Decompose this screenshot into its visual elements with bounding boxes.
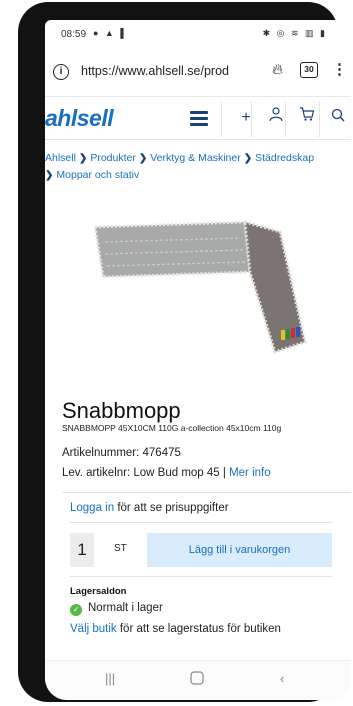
breadcrumb-produkter[interactable]: Produkter [90,152,136,164]
store-line: Välj butik för att se lagerstatus för bu… [70,623,281,635]
back-icon[interactable]: ‹ [280,671,284,686]
divider [70,576,332,577]
status-time: 08:59 [61,29,87,40]
phone-frame: 08:59 ● ▲ ▌ ✱ ◎ ≋ ▥ ▮ i https://www.ahls… [18,2,351,702]
chevron-right-icon: ❯ [138,153,148,164]
login-link[interactable]: Logga in [70,502,114,514]
price-login-line: Logga in för att se prisuppgifter [70,502,229,514]
menu-icon[interactable] [190,111,208,126]
search-icon[interactable] [326,105,350,131]
plus-icon[interactable]: + [234,105,258,131]
url-field[interactable]: https://www.ahlsell.se/prod [81,64,263,78]
article-number: Artikelnummer: 476475 [62,447,181,459]
product-title: Snabbmopp [62,398,181,423]
flame-icon[interactable]: 🔥︎ [272,61,283,78]
breadcrumb-stadredskap[interactable]: Städredskap [255,152,314,164]
add-to-cart-row: 1 ST Lägg till i varukorgen [70,533,332,567]
browser-url-bar: i https://www.ahlsell.se/prod 🔥︎ 30 ⋮ [45,56,351,92]
chevron-right-icon: ❯ [45,170,54,181]
tab-count-button[interactable]: 30 [300,62,318,78]
recents-icon[interactable]: ||| [105,671,115,686]
breadcrumb-moppar-stativ[interactable]: Moppar och stativ [56,169,139,181]
header-divider [251,101,252,137]
breadcrumb-ahlsell[interactable]: Ahlsell [45,152,76,164]
site-info-icon[interactable]: i [53,64,69,80]
chevron-right-icon: ❯ [243,153,253,164]
system-icons: ✱ ◎ ≋ ▥ ▮ [262,28,327,38]
breadcrumb: Ahlsell ❯ Produkter ❯ Verktyg & Maskiner ❯ Stä… [45,150,345,184]
product-image[interactable] [75,202,325,362]
stock-label: Lagersaldon [70,586,127,597]
supplier-article-number: Lev. artikelnr: Low Bud mop 45 | Mer inf… [62,467,271,479]
login-text: för att se prisuppgifter [114,502,229,514]
stock-status-text: Normalt i lager [88,602,163,614]
divider [70,522,332,523]
supplier-number-text: Lev. artikelnr: Low Bud mop 45 | [62,467,230,479]
chevron-right-icon: ❯ [78,153,88,164]
header-divider [221,101,222,137]
cart-icon[interactable] [295,105,319,131]
add-to-cart-button[interactable]: Lägg till i varukorgen [147,533,332,567]
site-header: ahlsell + [45,96,351,140]
browser-menu-icon[interactable]: ⋮ [332,60,347,78]
breadcrumb-verktyg-maskiner[interactable]: Verktyg & Maskiner [150,152,240,164]
android-nav-bar: ||| ‹ [45,660,351,700]
ahlsell-logo[interactable]: ahlsell [45,105,114,132]
check-icon: ✓ [70,604,82,616]
choose-store-link[interactable]: Välj butik [70,623,117,635]
status-bar: 08:59 ● ▲ ▌ ✱ ◎ ≋ ▥ ▮ [45,20,351,50]
more-info-link[interactable]: Mer info [229,467,271,479]
quantity-unit: ST [114,543,127,554]
divider [62,492,351,493]
header-divider [285,101,286,137]
screen: 08:59 ● ▲ ▌ ✱ ◎ ≋ ▥ ▮ i https://www.ahls… [45,20,351,700]
home-icon[interactable] [190,671,204,688]
quantity-input[interactable]: 1 [70,533,94,567]
stock-status: ✓ Normalt i lager [70,602,163,616]
store-text: för att se lagerstatus för butiken [116,623,281,635]
product-subtitle: SNABBMOPP 45X10CM 110G a-collection 45x1… [62,423,282,433]
header-divider [319,101,320,137]
notification-icons: ● ▲ ▌ [93,28,129,38]
